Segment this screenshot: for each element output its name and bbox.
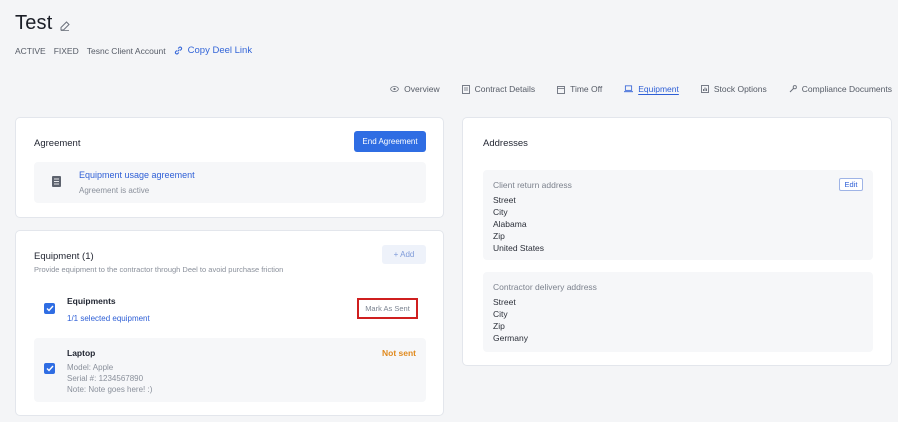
address-city: City — [493, 309, 508, 319]
chart-icon — [700, 85, 709, 93]
equipment-group-name: Equipments — [67, 296, 116, 306]
equipment-item: Laptop Not sent Model: Apple Serial #: 1… — [34, 338, 426, 402]
contract-tabs: Overview Contract Details Time Off Equip… — [368, 82, 892, 96]
eye-icon — [390, 86, 399, 92]
edit-address-button[interactable]: Edit — [839, 178, 863, 191]
address-city: City — [493, 207, 508, 217]
tab-equipment[interactable]: Equipment — [624, 82, 679, 96]
status-badge: ACTIVE — [15, 45, 46, 56]
end-agreement-button[interactable]: End Agreement — [354, 131, 426, 152]
equipment-card: Equipment (1) + Add Provide equipment to… — [15, 230, 444, 416]
equipment-note: Note: Note goes here! :) — [67, 385, 153, 394]
copy-link-label: Copy Deel Link — [187, 45, 253, 56]
mark-as-sent-button[interactable]: Mark As Sent — [357, 298, 418, 319]
equipment-serial: Serial #: 1234567890 — [67, 374, 144, 383]
tab-time-off[interactable]: Time Off — [557, 82, 602, 96]
tab-compliance-documents[interactable]: Compliance Documents — [789, 82, 892, 96]
calendar-icon — [557, 85, 566, 94]
client-return-address: Client return address Edit Street City A… — [483, 170, 873, 260]
address-street: Street — [493, 297, 516, 307]
tab-overview[interactable]: Overview — [390, 82, 440, 96]
edit-icon[interactable] — [60, 20, 71, 31]
tab-equipment-label: Equipment — [638, 84, 679, 94]
wrench-icon — [789, 85, 797, 93]
agreement-title: Agreement — [34, 138, 81, 149]
contractor-delivery-address-label: Contractor delivery address — [493, 282, 597, 292]
agreement-document[interactable]: Equipment usage agreement Agreement is a… — [34, 162, 426, 203]
tab-time-off-label: Time Off — [570, 84, 603, 94]
address-zip: Zip — [493, 231, 505, 241]
tab-compliance-documents-label: Compliance Documents — [801, 84, 892, 94]
tab-stock-options[interactable]: Stock Options — [700, 82, 767, 96]
equipment-status-badge: Not sent — [382, 348, 416, 358]
client-name: Tesnc Client Account — [86, 45, 166, 56]
tab-overview-label: Overview — [404, 84, 440, 94]
equipment-item-checkbox[interactable] — [44, 363, 55, 374]
equipment-item-name: Laptop — [67, 348, 96, 358]
tab-stock-options-label: Stock Options — [713, 84, 767, 94]
link-icon — [174, 46, 182, 55]
tab-contract-details[interactable]: Contract Details — [461, 82, 536, 96]
address-street: Street — [493, 195, 516, 205]
equipment-title: Equipment (1) — [34, 251, 94, 262]
laptop-icon — [624, 85, 634, 93]
agreement-status-text: Agreement is active — [79, 186, 150, 195]
client-return-address-label: Client return address — [493, 180, 572, 190]
contract-type-badge: FIXED — [53, 45, 79, 56]
document-icon — [461, 84, 470, 94]
copy-link-button[interactable]: Copy Deel Link — [174, 45, 260, 56]
address-country: Germany — [493, 333, 528, 343]
contractor-delivery-address: Contractor delivery address Street City … — [483, 272, 873, 352]
checkmark-icon — [46, 365, 54, 372]
tab-contract-details-label: Contract Details — [474, 84, 536, 94]
address-zip: Zip — [493, 321, 505, 331]
agreement-card: Agreement End Agreement Equipment usage … — [15, 117, 444, 218]
add-equipment-button[interactable]: + Add — [382, 245, 426, 264]
equipment-selection-count[interactable]: 1/1 selected equipment — [67, 314, 150, 323]
contract-meta: ACTIVE FIXED Tesnc Client Account Copy D… — [15, 45, 260, 56]
equipment-description: Provide equipment to the contractor thro… — [34, 265, 284, 274]
page-title: Test — [15, 12, 53, 34]
equipment-group-checkbox[interactable] — [44, 303, 55, 314]
address-country: United States — [493, 243, 545, 253]
checkmark-icon — [46, 305, 54, 312]
address-state: Alabama — [493, 219, 527, 229]
document-icon — [52, 176, 61, 187]
agreement-document-link[interactable]: Equipment usage agreement — [79, 170, 195, 180]
addresses-card: Addresses Client return address Edit Str… — [462, 117, 892, 366]
equipment-model: Model: Apple — [67, 363, 114, 372]
title-row: Test — [15, 12, 71, 35]
addresses-title: Addresses — [483, 138, 528, 149]
